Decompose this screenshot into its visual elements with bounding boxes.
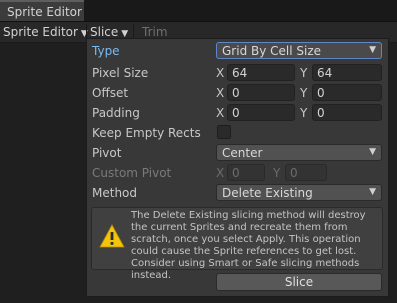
custom-pivot-row: Custom Pivot X 0 Y 0 (87, 163, 388, 183)
padding-x-field[interactable]: 0 (227, 104, 295, 121)
pixel-size-y-value: 64 (317, 66, 333, 80)
warning-text: The Delete Existing slicing method will … (131, 210, 366, 281)
padding-label: Padding (92, 106, 140, 120)
padding-row: Padding X 0 Y 0 (87, 103, 388, 123)
padding-y-field[interactable]: 0 (312, 104, 382, 121)
pivot-value: Center (222, 146, 263, 160)
pixel-size-x-field[interactable]: 64 (227, 64, 295, 81)
offset-x-label: X (216, 86, 225, 100)
custom-pivot-x-label: X (216, 166, 225, 180)
offset-y-value: 0 (317, 86, 325, 100)
custom-pivot-x-value: 0 (232, 166, 240, 180)
chevron-down-icon: ▼ (369, 45, 376, 55)
warning-icon (99, 224, 125, 248)
slice-menu-label: Slice (90, 25, 119, 39)
pixel-size-y-label: Y (300, 66, 308, 80)
type-row: Type Grid By Cell Size ▼ (87, 41, 388, 61)
custom-pivot-y-label: Y (273, 166, 281, 180)
slice-button[interactable]: Slice (216, 273, 382, 291)
warning-helpbox: The Delete Existing slicing method will … (91, 207, 383, 281)
slice-panel: Type Grid By Cell Size ▼ Pixel Size X 64… (86, 38, 389, 297)
offset-label: Offset (92, 86, 129, 100)
offset-x-value: 0 (232, 86, 240, 100)
padding-x-value: 0 (232, 106, 240, 120)
pivot-row: Pivot Center ▼ (87, 143, 388, 163)
type-dropdown[interactable]: Grid By Cell Size ▼ (216, 42, 382, 59)
custom-pivot-y-value: 0 (290, 166, 298, 180)
sprite-editor-mode-label: Sprite Editor (3, 25, 78, 39)
tab-label: Sprite Editor (7, 5, 82, 19)
sprite-editor-mode-dropdown[interactable]: Sprite Editor ▼ (3, 22, 88, 42)
chevron-down-icon: ▼ (369, 187, 376, 197)
keep-empty-rects-checkbox[interactable] (217, 125, 231, 139)
tab-sprite-editor[interactable]: Sprite Editor (0, 0, 84, 21)
keep-empty-rects-label: Keep Empty Rects (92, 126, 201, 140)
offset-y-label: Y (300, 86, 308, 100)
pixel-size-y-field[interactable]: 64 (312, 64, 382, 81)
custom-pivot-x-field: 0 (227, 164, 265, 181)
method-value: Delete Existing (222, 186, 313, 200)
pixel-size-label: Pixel Size (92, 66, 149, 80)
custom-pivot-y-field: 0 (285, 164, 327, 181)
offset-y-field[interactable]: 0 (312, 84, 382, 101)
offset-x-field[interactable]: 0 (227, 84, 295, 101)
type-label: Type (92, 44, 120, 58)
padding-x-label: X (216, 106, 225, 120)
pixel-size-row: Pixel Size X 64 Y 64 (87, 63, 388, 83)
chevron-down-icon: ▼ (369, 147, 376, 157)
type-value: Grid By Cell Size (222, 44, 322, 58)
pivot-label: Pivot (92, 146, 122, 160)
padding-y-label: Y (300, 106, 308, 120)
pivot-dropdown[interactable]: Center ▼ (216, 144, 382, 161)
method-row: Method Delete Existing ▼ (87, 183, 388, 203)
keep-empty-rects-row: Keep Empty Rects (87, 123, 388, 143)
custom-pivot-label: Custom Pivot (92, 166, 172, 180)
method-dropdown[interactable]: Delete Existing ▼ (216, 184, 382, 201)
pixel-size-x-value: 64 (232, 66, 248, 80)
method-label: Method (92, 186, 138, 200)
pixel-size-x-label: X (216, 66, 225, 80)
padding-y-value: 0 (317, 106, 325, 120)
offset-row: Offset X 0 Y 0 (87, 83, 388, 103)
window-tab-bar: Sprite Editor (0, 0, 397, 22)
